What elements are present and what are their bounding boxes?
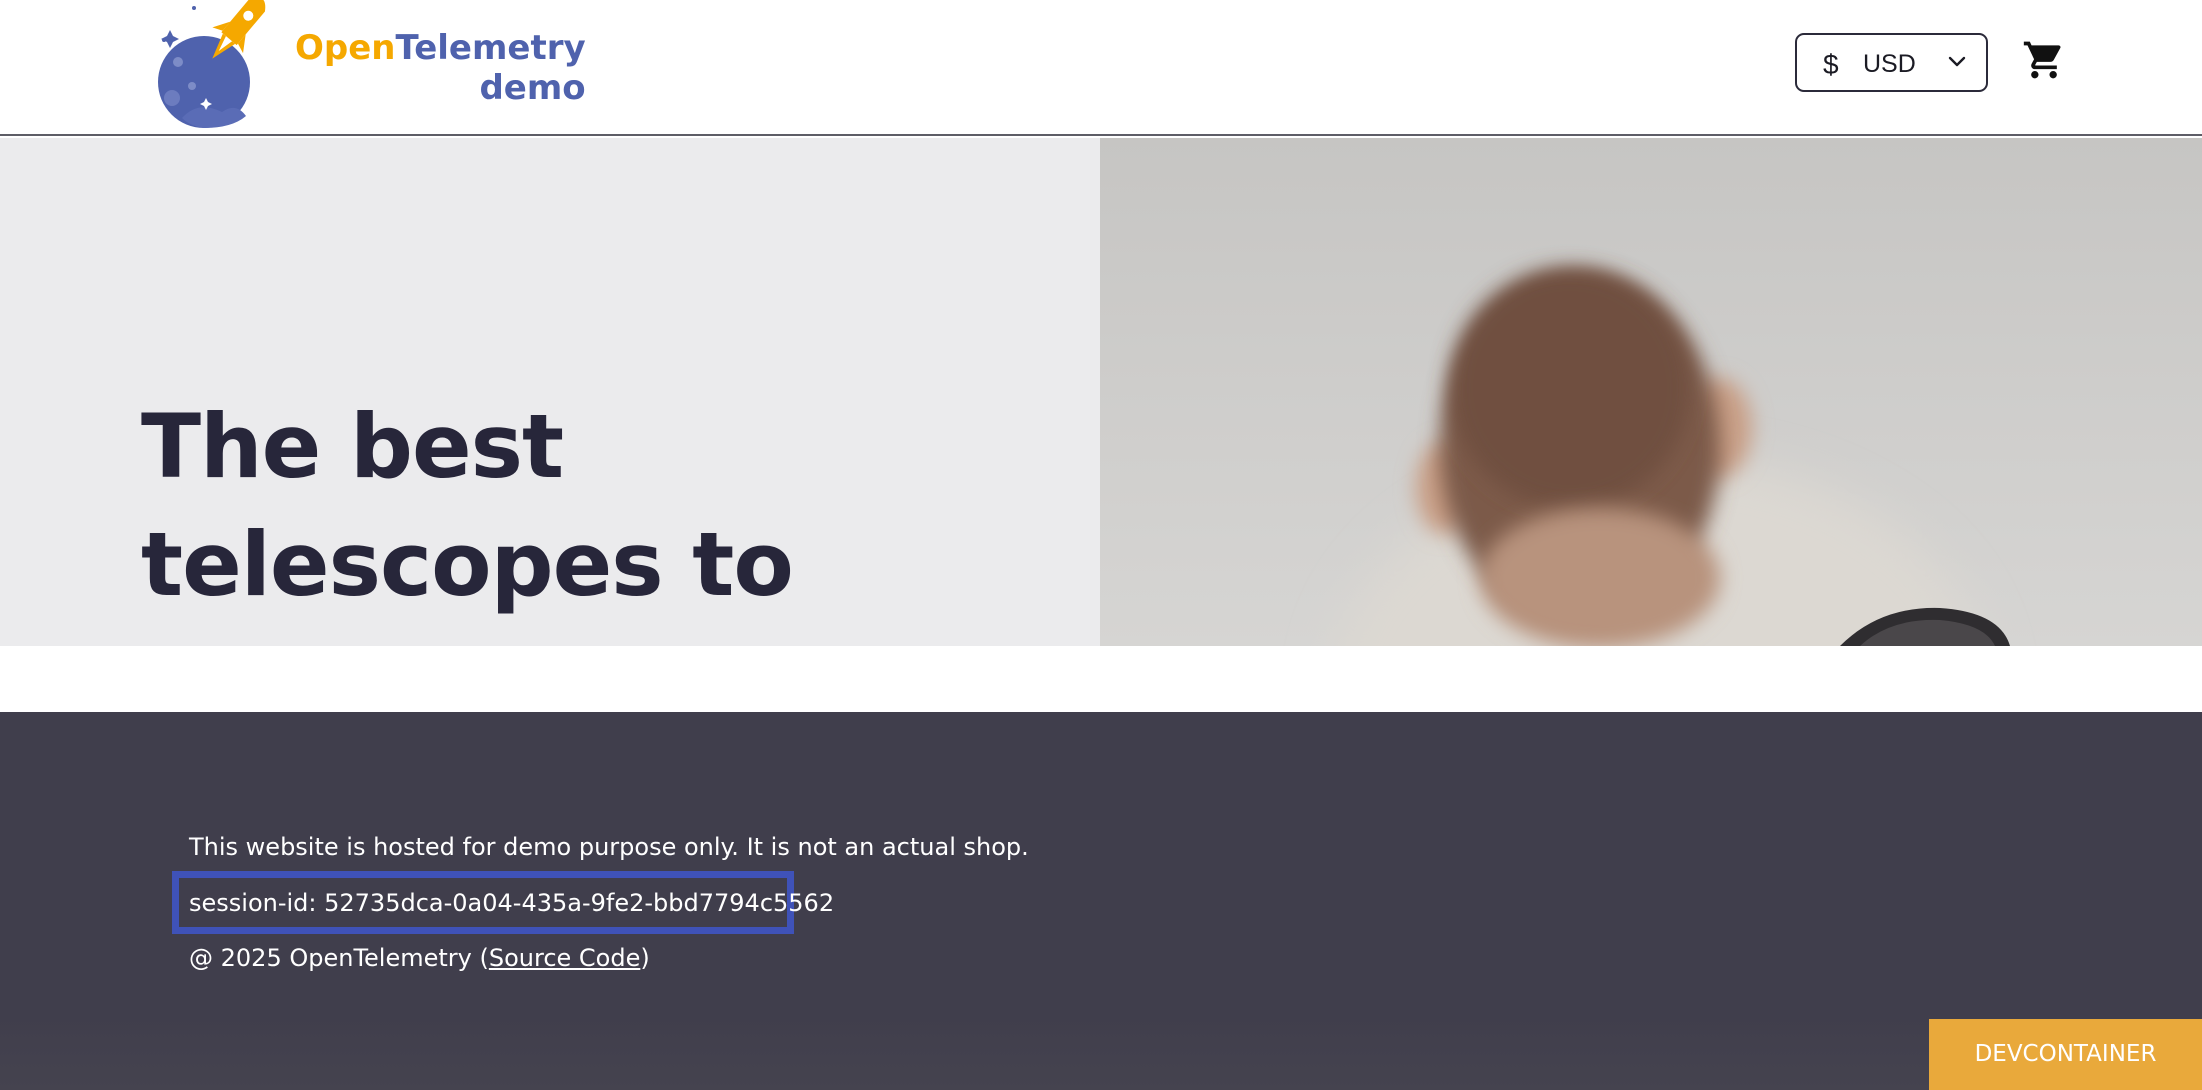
opentelemetry-demo-logo[interactable]: OpenTelemetry demo <box>142 0 586 130</box>
site-header: OpenTelemetry demo $ USD <box>0 0 2202 136</box>
shopping-cart-icon[interactable] <box>2022 38 2066 82</box>
hero-image <box>1100 138 2202 646</box>
session-id-label: session-id: <box>189 889 325 917</box>
currency-code: USD <box>1863 50 1916 78</box>
site-footer: This website is hosted for demo purpose … <box>0 712 2202 1090</box>
currency-selector[interactable]: $ USD <box>1795 33 1988 92</box>
hero-banner: The best telescopes to see the world clo… <box>0 138 2202 646</box>
logo-wordmark: OpenTelemetry demo <box>295 28 586 108</box>
footer-copyright: @ 2025 OpenTelemetry (Source Code) <box>189 943 650 973</box>
copyright-prefix: @ 2025 OpenTelemetry ( <box>189 944 489 972</box>
source-code-link[interactable]: Source Code <box>489 944 641 972</box>
logo-word-demo: demo <box>479 68 586 108</box>
currency-symbol: $ <box>1823 49 1839 80</box>
person-with-telescope-photo <box>1337 268 2010 646</box>
chevron-down-icon <box>1948 56 1966 67</box>
copyright-suffix: ) <box>640 944 650 972</box>
hero-title: The best telescopes to see the world clo… <box>141 395 805 646</box>
footer-disclaimer: This website is hosted for demo purpose … <box>189 833 1029 861</box>
session-id-value: 52735dca-0a04-435a-9fe2-bbd7794c5562 <box>324 889 835 917</box>
logo-word-open: Open <box>295 28 396 68</box>
session-id-text: session-id: 52735dca-0a04-435a-9fe2-bbd7… <box>189 888 834 918</box>
rocket-planet-logo-icon <box>158 0 266 128</box>
logo-word-telemetry: Telemetry <box>395 28 586 68</box>
devcontainer-badge: DEVCONTAINER <box>1929 1019 2202 1090</box>
hero-text-panel: The best telescopes to see the world clo… <box>0 138 1100 646</box>
